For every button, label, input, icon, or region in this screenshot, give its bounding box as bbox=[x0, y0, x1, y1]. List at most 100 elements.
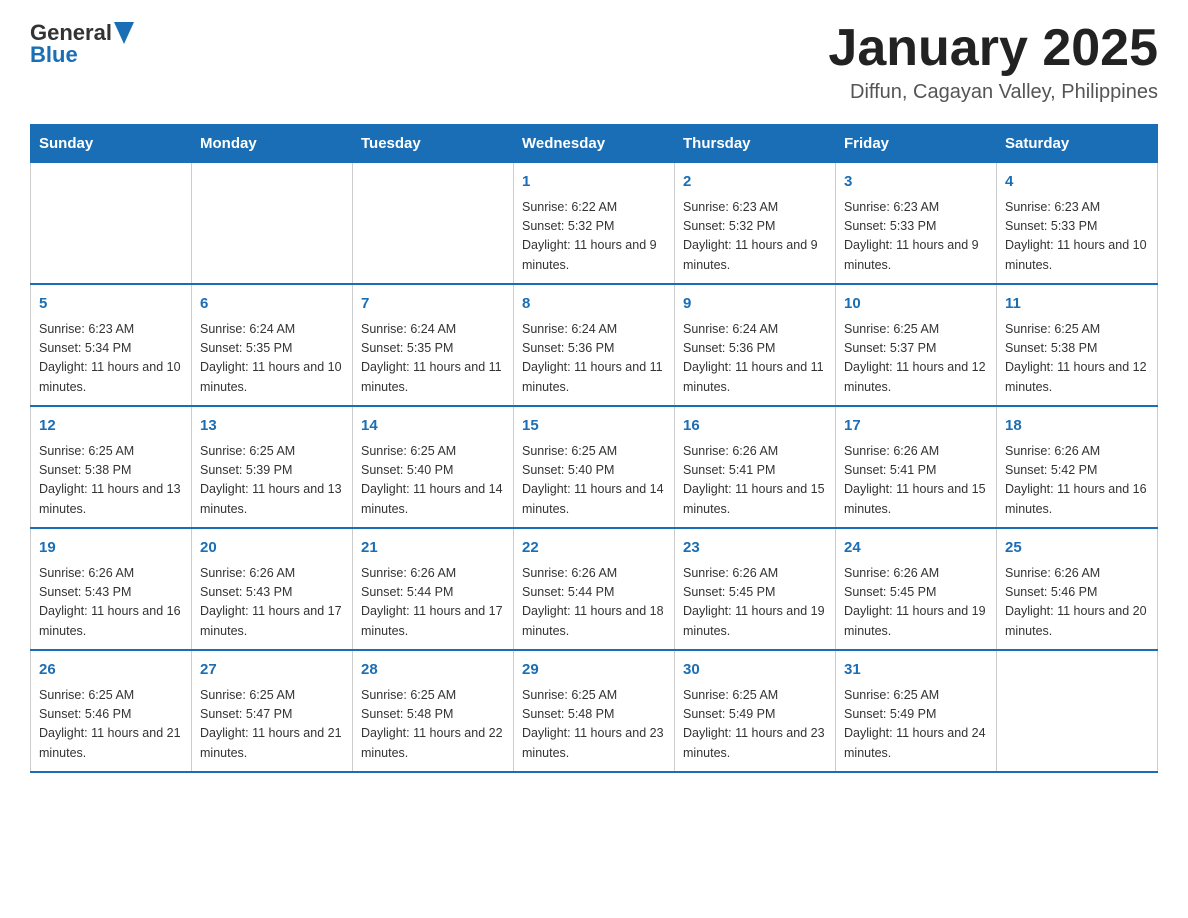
day-info: Sunrise: 6:26 AMSunset: 5:44 PMDaylight:… bbox=[522, 564, 666, 642]
calendar-cell: 17 Sunrise: 6:26 AMSunset: 5:41 PMDayligh… bbox=[836, 406, 997, 528]
calendar-cell: 4 Sunrise: 6:23 AMSunset: 5:33 PMDaylight… bbox=[997, 163, 1158, 285]
calendar-cell: 7Sunrise: 6:24 AMSunset: 5:35 PMDaylight… bbox=[353, 284, 514, 406]
calendar-week-row: 12 Sunrise: 6:25 AMSunset: 5:38 PMDayligh… bbox=[31, 406, 1158, 528]
day-info: Sunrise: 6:26 AMSunset: 5:43 PMDaylight:… bbox=[200, 564, 344, 642]
day-number: 3 bbox=[844, 171, 988, 194]
day-number: 11 bbox=[1005, 293, 1149, 316]
calendar-cell: 26Sunrise: 6:25 AMSunset: 5:46 PMDayligh… bbox=[31, 650, 192, 772]
calendar-cell: 21 Sunrise: 6:26 AMSunset: 5:44 PMDayligh… bbox=[353, 528, 514, 650]
calendar-cell: 19Sunrise: 6:26 AMSunset: 5:43 PMDayligh… bbox=[31, 528, 192, 650]
calendar-cell: 13 Sunrise: 6:25 AMSunset: 5:39 PMDayligh… bbox=[192, 406, 353, 528]
day-info: Sunrise: 6:26 AMSunset: 5:46 PMDaylight:… bbox=[1005, 564, 1149, 642]
day-number: 13 bbox=[200, 415, 344, 438]
calendar-table: SundayMondayTuesdayWednesdayThursdayFrid… bbox=[30, 124, 1158, 773]
calendar-cell: 14 Sunrise: 6:25 AMSunset: 5:40 PMDayligh… bbox=[353, 406, 514, 528]
day-info: Sunrise: 6:25 AMSunset: 5:40 PMDaylight:… bbox=[522, 442, 666, 520]
day-info: Sunrise: 6:22 AMSunset: 5:32 PMDaylight:… bbox=[522, 198, 666, 276]
day-info: Sunrise: 6:25 AMSunset: 5:48 PMDaylight:… bbox=[361, 686, 505, 764]
calendar-cell: 8Sunrise: 6:24 AMSunset: 5:36 PMDaylight… bbox=[514, 284, 675, 406]
calendar-header: SundayMondayTuesdayWednesdayThursdayFrid… bbox=[31, 125, 1158, 163]
day-number: 30 bbox=[683, 659, 827, 682]
day-info: Sunrise: 6:24 AMSunset: 5:36 PMDaylight:… bbox=[683, 320, 827, 398]
day-info: Sunrise: 6:25 AMSunset: 5:39 PMDaylight:… bbox=[200, 442, 344, 520]
day-number: 18 bbox=[1005, 415, 1149, 438]
calendar-cell: 27 Sunrise: 6:25 AMSunset: 5:47 PMDayligh… bbox=[192, 650, 353, 772]
day-info: Sunrise: 6:26 AMSunset: 5:45 PMDaylight:… bbox=[844, 564, 988, 642]
day-number: 20 bbox=[200, 537, 344, 560]
calendar-cell: 9 Sunrise: 6:24 AMSunset: 5:36 PMDaylight… bbox=[675, 284, 836, 406]
day-number: 22 bbox=[522, 537, 666, 560]
day-number: 31 bbox=[844, 659, 988, 682]
day-info: Sunrise: 6:23 AMSunset: 5:33 PMDaylight:… bbox=[1005, 198, 1149, 276]
calendar-cell: 30 Sunrise: 6:25 AMSunset: 5:49 PMDayligh… bbox=[675, 650, 836, 772]
day-number: 6 bbox=[200, 293, 344, 316]
page-header: General Blue January 2025 Diffun, Cagaya… bbox=[30, 20, 1158, 104]
day-info: Sunrise: 6:25 AMSunset: 5:46 PMDaylight:… bbox=[39, 686, 183, 764]
day-number: 25 bbox=[1005, 537, 1149, 560]
calendar-cell: 2 Sunrise: 6:23 AMSunset: 5:32 PMDaylight… bbox=[675, 163, 836, 285]
logo-blue-text: Blue bbox=[30, 42, 78, 68]
day-number: 10 bbox=[844, 293, 988, 316]
logo: General Blue bbox=[30, 20, 134, 68]
calendar-cell: 1 Sunrise: 6:22 AMSunset: 5:32 PMDaylight… bbox=[514, 163, 675, 285]
calendar-cell bbox=[31, 163, 192, 285]
day-number: 12 bbox=[39, 415, 183, 438]
day-number: 1 bbox=[522, 171, 666, 194]
calendar-cell: 3 Sunrise: 6:23 AMSunset: 5:33 PMDaylight… bbox=[836, 163, 997, 285]
day-number: 4 bbox=[1005, 171, 1149, 194]
day-info: Sunrise: 6:25 AMSunset: 5:49 PMDaylight:… bbox=[683, 686, 827, 764]
calendar-cell: 15Sunrise: 6:25 AMSunset: 5:40 PMDayligh… bbox=[514, 406, 675, 528]
day-info: Sunrise: 6:24 AMSunset: 5:35 PMDaylight:… bbox=[361, 320, 505, 398]
title-block: January 2025 Diffun, Cagayan Valley, Phi… bbox=[828, 20, 1158, 104]
day-info: Sunrise: 6:25 AMSunset: 5:37 PMDaylight:… bbox=[844, 320, 988, 398]
day-info: Sunrise: 6:24 AMSunset: 5:36 PMDaylight:… bbox=[522, 320, 666, 398]
calendar-cell: 10 Sunrise: 6:25 AMSunset: 5:37 PMDayligh… bbox=[836, 284, 997, 406]
calendar-cell: 28 Sunrise: 6:25 AMSunset: 5:48 PMDayligh… bbox=[353, 650, 514, 772]
calendar-cell: 16 Sunrise: 6:26 AMSunset: 5:41 PMDayligh… bbox=[675, 406, 836, 528]
day-info: Sunrise: 6:25 AMSunset: 5:38 PMDaylight:… bbox=[39, 442, 183, 520]
day-info: Sunrise: 6:25 AMSunset: 5:40 PMDaylight:… bbox=[361, 442, 505, 520]
day-info: Sunrise: 6:26 AMSunset: 5:45 PMDaylight:… bbox=[683, 564, 827, 642]
day-info: Sunrise: 6:25 AMSunset: 5:38 PMDaylight:… bbox=[1005, 320, 1149, 398]
calendar-cell bbox=[997, 650, 1158, 772]
day-number: 5 bbox=[39, 293, 183, 316]
calendar-cell: 31 Sunrise: 6:25 AMSunset: 5:49 PMDayligh… bbox=[836, 650, 997, 772]
day-number: 29 bbox=[522, 659, 666, 682]
calendar-header-cell-thursday: Thursday bbox=[675, 125, 836, 163]
calendar-cell: 5Sunrise: 6:23 AMSunset: 5:34 PMDaylight… bbox=[31, 284, 192, 406]
calendar-cell: 23Sunrise: 6:26 AMSunset: 5:45 PMDayligh… bbox=[675, 528, 836, 650]
day-number: 17 bbox=[844, 415, 988, 438]
day-number: 9 bbox=[683, 293, 827, 316]
day-info: Sunrise: 6:26 AMSunset: 5:44 PMDaylight:… bbox=[361, 564, 505, 642]
day-number: 28 bbox=[361, 659, 505, 682]
calendar-header-cell-friday: Friday bbox=[836, 125, 997, 163]
calendar-cell: 20 Sunrise: 6:26 AMSunset: 5:43 PMDayligh… bbox=[192, 528, 353, 650]
day-number: 16 bbox=[683, 415, 827, 438]
calendar-cell: 11 Sunrise: 6:25 AMSunset: 5:38 PMDayligh… bbox=[997, 284, 1158, 406]
day-number: 27 bbox=[200, 659, 344, 682]
calendar-cell: 18 Sunrise: 6:26 AMSunset: 5:42 PMDayligh… bbox=[997, 406, 1158, 528]
day-info: Sunrise: 6:23 AMSunset: 5:32 PMDaylight:… bbox=[683, 198, 827, 276]
day-number: 21 bbox=[361, 537, 505, 560]
calendar-body: 1 Sunrise: 6:22 AMSunset: 5:32 PMDaylight… bbox=[31, 163, 1158, 773]
day-number: 2 bbox=[683, 171, 827, 194]
calendar-cell: 22 Sunrise: 6:26 AMSunset: 5:44 PMDayligh… bbox=[514, 528, 675, 650]
calendar-cell: 6 Sunrise: 6:24 AMSunset: 5:35 PMDaylight… bbox=[192, 284, 353, 406]
day-info: Sunrise: 6:23 AMSunset: 5:33 PMDaylight:… bbox=[844, 198, 988, 276]
page-subtitle: Diffun, Cagayan Valley, Philippines bbox=[828, 81, 1158, 104]
day-number: 14 bbox=[361, 415, 505, 438]
calendar-week-row: 19Sunrise: 6:26 AMSunset: 5:43 PMDayligh… bbox=[31, 528, 1158, 650]
day-info: Sunrise: 6:25 AMSunset: 5:49 PMDaylight:… bbox=[844, 686, 988, 764]
calendar-week-row: 5Sunrise: 6:23 AMSunset: 5:34 PMDaylight… bbox=[31, 284, 1158, 406]
day-info: Sunrise: 6:26 AMSunset: 5:41 PMDaylight:… bbox=[844, 442, 988, 520]
calendar-header-cell-monday: Monday bbox=[192, 125, 353, 163]
day-info: Sunrise: 6:25 AMSunset: 5:47 PMDaylight:… bbox=[200, 686, 344, 764]
day-info: Sunrise: 6:26 AMSunset: 5:41 PMDaylight:… bbox=[683, 442, 827, 520]
day-info: Sunrise: 6:24 AMSunset: 5:35 PMDaylight:… bbox=[200, 320, 344, 398]
calendar-cell bbox=[192, 163, 353, 285]
day-info: Sunrise: 6:26 AMSunset: 5:42 PMDaylight:… bbox=[1005, 442, 1149, 520]
day-number: 24 bbox=[844, 537, 988, 560]
calendar-header-cell-tuesday: Tuesday bbox=[353, 125, 514, 163]
day-info: Sunrise: 6:25 AMSunset: 5:48 PMDaylight:… bbox=[522, 686, 666, 764]
calendar-header-cell-saturday: Saturday bbox=[997, 125, 1158, 163]
